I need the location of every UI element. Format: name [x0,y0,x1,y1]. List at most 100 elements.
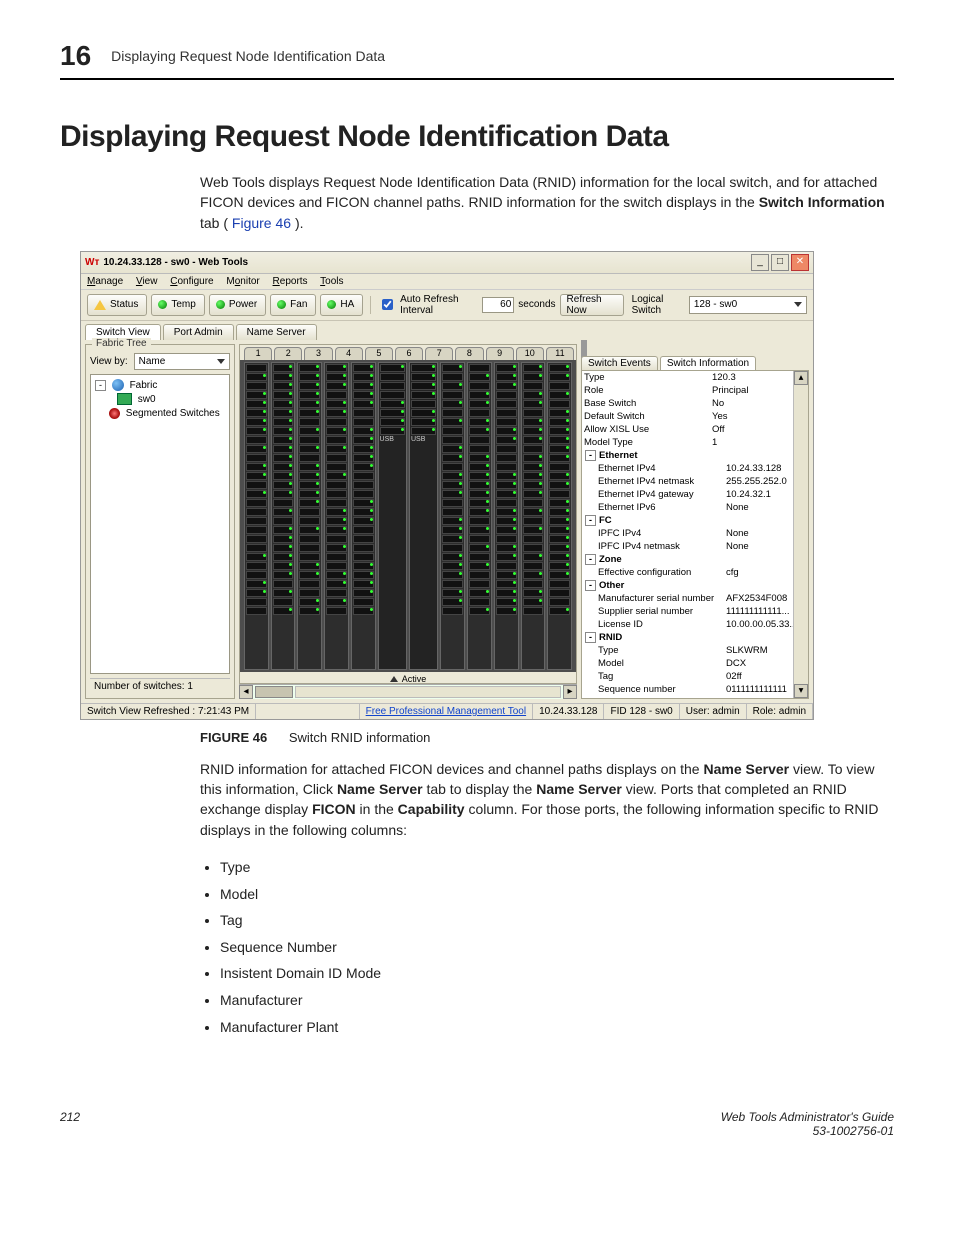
port[interactable] [442,391,463,399]
port[interactable] [299,544,320,552]
port[interactable] [523,508,544,516]
port[interactable] [523,364,544,372]
port[interactable] [326,481,347,489]
port[interactable] [496,472,517,480]
port[interactable] [496,598,517,606]
tab-switch-events[interactable]: Switch Events [581,356,658,370]
port[interactable] [299,490,320,498]
port[interactable] [496,418,517,426]
port[interactable] [273,364,294,372]
port[interactable] [469,463,490,471]
chassis[interactable]: USBUSB [240,360,576,672]
port[interactable] [326,517,347,525]
port[interactable] [299,418,320,426]
port[interactable] [273,436,294,444]
expand-icon[interactable]: - [585,632,596,643]
close-button[interactable]: ✕ [791,254,809,271]
port[interactable] [246,463,267,471]
port[interactable] [299,436,320,444]
port[interactable] [246,589,267,597]
port[interactable] [549,607,570,615]
port[interactable] [273,391,294,399]
port[interactable] [273,382,294,390]
port[interactable] [299,400,320,408]
port[interactable] [246,508,267,516]
port[interactable] [299,580,320,588]
port[interactable] [353,553,374,561]
port[interactable] [442,364,463,372]
port[interactable] [523,481,544,489]
port[interactable] [246,562,267,570]
expand-icon[interactable]: - [585,580,596,591]
port[interactable] [549,454,570,462]
minimize-button[interactable]: _ [751,254,769,271]
port[interactable] [246,517,267,525]
port[interactable] [496,553,517,561]
port[interactable] [299,517,320,525]
port-blade[interactable] [467,362,492,670]
port[interactable] [549,508,570,516]
port[interactable] [549,580,570,588]
port[interactable] [353,373,374,381]
port[interactable] [469,472,490,480]
port[interactable] [523,490,544,498]
port[interactable] [469,481,490,489]
port-blade[interactable] [494,362,519,670]
port[interactable] [442,571,463,579]
port[interactable] [442,400,463,408]
port[interactable] [549,418,570,426]
v-scrollbar[interactable]: ▴ ▾ [793,371,808,698]
port[interactable] [469,499,490,507]
port[interactable] [273,427,294,435]
port[interactable] [299,526,320,534]
port[interactable] [549,553,570,561]
port[interactable] [246,382,267,390]
slot-tab[interactable]: 11 [546,347,574,360]
port[interactable] [353,427,374,435]
scroll-down-icon[interactable]: ▾ [794,684,808,698]
port[interactable] [353,571,374,579]
port[interactable] [326,418,347,426]
port[interactable] [273,481,294,489]
port[interactable] [549,499,570,507]
port[interactable] [496,508,517,516]
port[interactable] [326,472,347,480]
port[interactable] [549,400,570,408]
port[interactable] [246,364,267,372]
port[interactable] [246,571,267,579]
port[interactable] [523,535,544,543]
port[interactable] [523,445,544,453]
port[interactable] [299,553,320,561]
port[interactable] [523,499,544,507]
port[interactable] [299,427,320,435]
port[interactable] [442,508,463,516]
port[interactable] [549,526,570,534]
port[interactable] [326,607,347,615]
port[interactable] [353,418,374,426]
port[interactable] [442,409,463,417]
port[interactable] [246,607,267,615]
slot-tab[interactable]: 1 [244,347,272,360]
port[interactable] [273,463,294,471]
port[interactable] [380,382,405,390]
port[interactable] [442,463,463,471]
interval-input[interactable] [482,297,514,313]
slot-tab[interactable]: 5 [365,347,393,360]
port[interactable] [299,382,320,390]
port[interactable] [442,427,463,435]
tab-switch-information[interactable]: Switch Information [660,356,756,370]
port[interactable] [442,382,463,390]
power-button[interactable]: Power [209,294,266,316]
port[interactable] [523,571,544,579]
port[interactable] [353,472,374,480]
port[interactable] [469,364,490,372]
scroll-up-icon[interactable]: ▴ [794,371,808,385]
port[interactable] [411,418,436,426]
port[interactable] [523,526,544,534]
port[interactable] [496,571,517,579]
port[interactable] [496,526,517,534]
port[interactable] [353,535,374,543]
port[interactable] [353,580,374,588]
port[interactable] [496,607,517,615]
port[interactable] [273,373,294,381]
